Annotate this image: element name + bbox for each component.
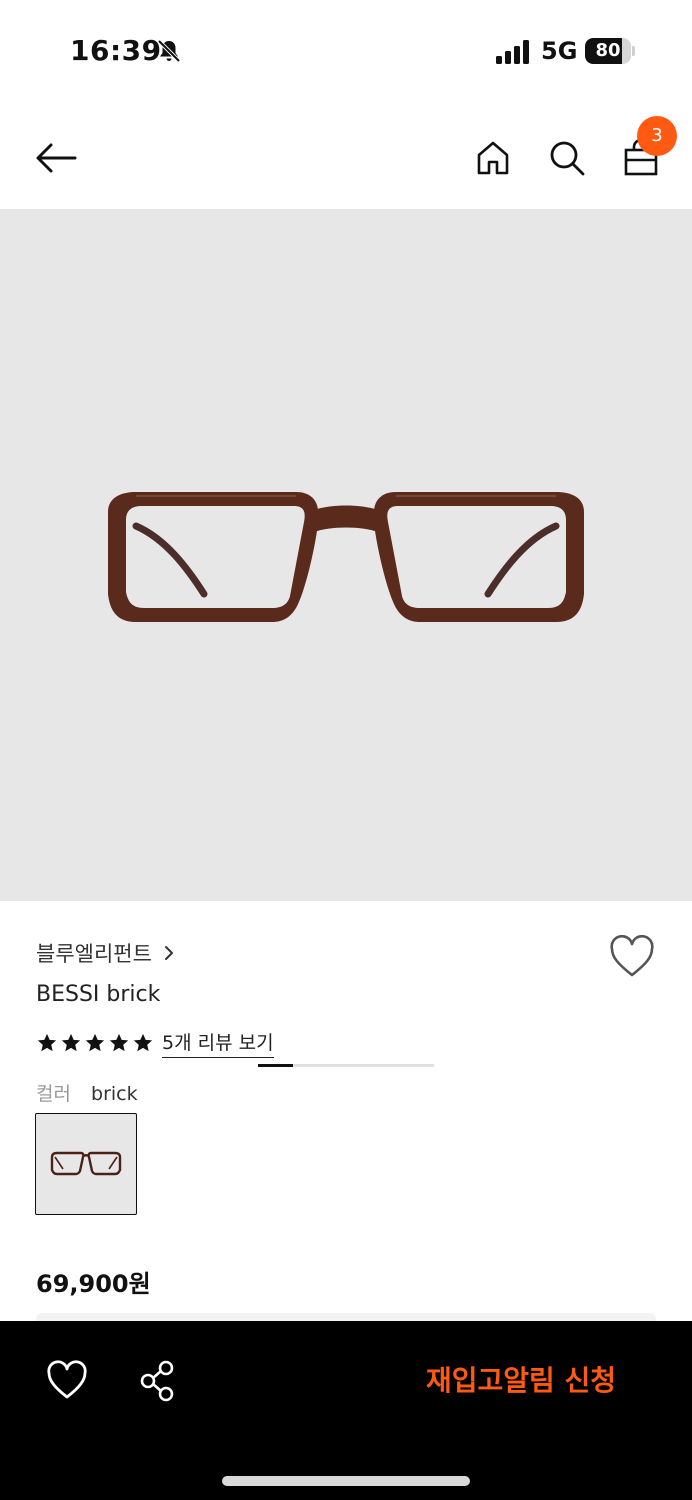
signal-icon: [496, 40, 529, 64]
chevron-right-icon: [164, 946, 173, 960]
product-name: BESSI brick: [36, 982, 161, 1007]
home-indicator[interactable]: [222, 1476, 470, 1486]
star-icon: [61, 1033, 81, 1052]
review-link[interactable]: 5개 리뷰 보기: [162, 1028, 274, 1058]
back-button[interactable]: [32, 134, 80, 182]
heart-icon: [610, 934, 654, 977]
color-row: 컬러 brick: [36, 1079, 138, 1106]
status-time: 16:39: [70, 34, 162, 67]
color-value: brick: [91, 1083, 138, 1105]
star-icon: [37, 1033, 57, 1052]
bell-slash-icon: [157, 39, 181, 63]
share-icon: [140, 1360, 174, 1402]
brand-name: 블루엘리펀트: [36, 942, 152, 966]
share-button[interactable]: [135, 1359, 181, 1403]
color-option-brick[interactable]: [35, 1113, 137, 1215]
eyeglasses-thumbnail: [50, 1151, 122, 1176]
star-icon: [133, 1033, 153, 1052]
star-icon: [109, 1033, 129, 1052]
brand-link[interactable]: 블루엘리펀트: [36, 938, 176, 968]
status-bar: 16:39 5G 80: [0, 0, 692, 100]
search-button[interactable]: [543, 134, 591, 182]
home-button[interactable]: [469, 134, 517, 182]
bottom-wishlist-button[interactable]: [44, 1359, 90, 1403]
heart-icon: [47, 1360, 87, 1399]
star-icon: [85, 1033, 105, 1052]
network-label: 5G: [541, 37, 578, 65]
home-icon: [477, 141, 509, 175]
eyeglasses-image: [108, 492, 584, 622]
section-divider: [36, 1313, 656, 1321]
cart-count-badge: 3: [637, 116, 677, 156]
product-image-gallery[interactable]: [0, 209, 692, 1067]
gallery-page-indicator: [258, 1064, 434, 1068]
product-price: 69,900원: [36, 1270, 151, 1298]
restock-alert-button[interactable]: 재입고알림 신청: [380, 1357, 662, 1405]
gallery-indicator-active: [258, 1064, 294, 1067]
battery-icon: 80: [585, 38, 635, 64]
bottom-action-bar: 재입고알림 신청: [0, 1321, 692, 1500]
star-rating: [36, 1032, 156, 1054]
top-nav-bar: [0, 110, 692, 206]
search-icon: [550, 141, 585, 176]
wishlist-button[interactable]: [608, 934, 656, 979]
arrow-left-icon: [36, 143, 77, 173]
rating-row: 5개 리뷰 보기: [36, 1028, 274, 1058]
battery-level: 80: [595, 40, 621, 61]
color-label: 컬러: [36, 1083, 71, 1105]
